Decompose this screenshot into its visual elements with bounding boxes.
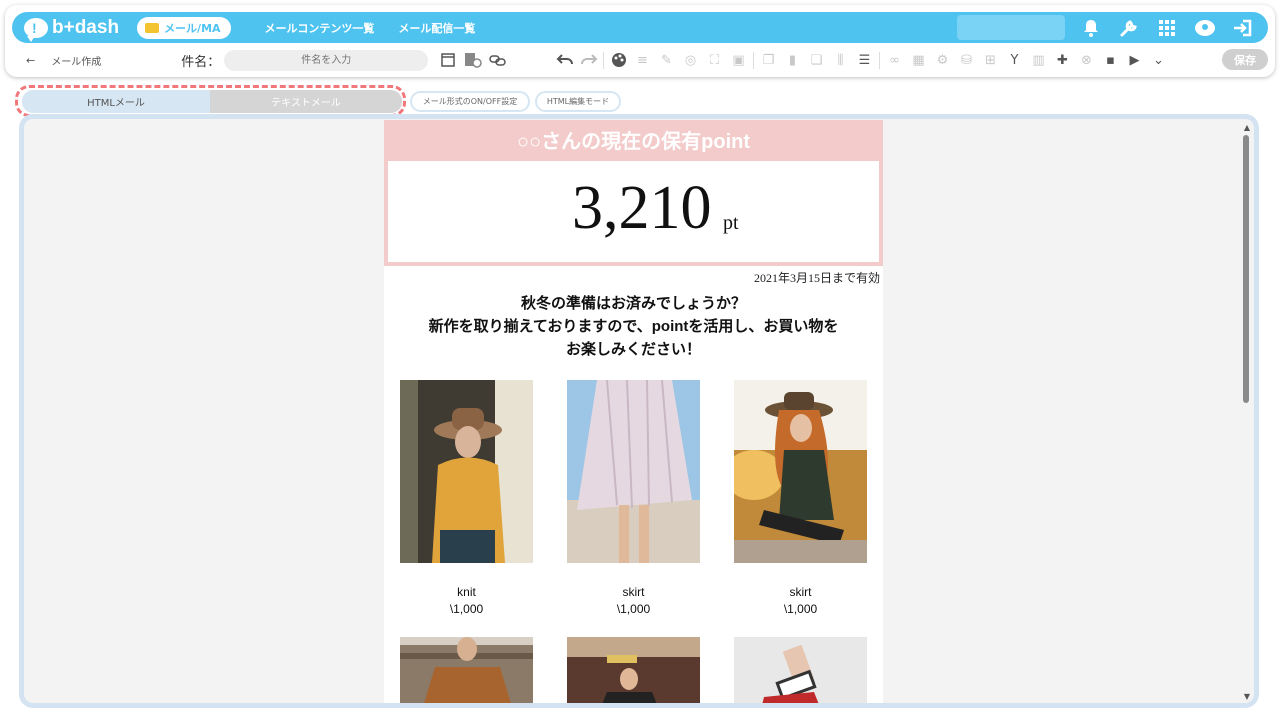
- product-price: \1,000: [616, 602, 651, 616]
- nav-mail-ma-label: メール/MA: [164, 21, 221, 35]
- expand-icon[interactable]: ⛶: [705, 51, 724, 70]
- product-price: \1,000: [783, 602, 818, 616]
- points-panel: 3,210 pt: [388, 161, 879, 262]
- product-image[interactable]: [400, 637, 533, 703]
- link-settings-icon[interactable]: [488, 51, 507, 70]
- email-preview: ○○さんの現在の保有point 3,210 pt 2021年3月15日まで有効 …: [384, 120, 883, 703]
- product-card[interactable]: skirt \1,000: [567, 380, 700, 616]
- product-name: knit: [457, 585, 476, 599]
- separator: [753, 51, 754, 69]
- back-button[interactable]: ←: [26, 54, 35, 67]
- rows-icon[interactable]: ☰: [855, 51, 874, 70]
- redo-icon[interactable]: [579, 51, 598, 70]
- bell-icon[interactable]: [1080, 17, 1102, 39]
- trash-icon[interactable]: ▮: [783, 51, 802, 70]
- editor-tools: ≡ ✎ ◎ ⛶ ▣ ❐ ▮ ❏ ⫼ ☰ ∞ ▦ ⚙ ⛁ ⊞ Y ▥ ✚ ⊗ ▪ …: [555, 48, 1168, 72]
- expiry-date: 2021年3月15日まで有効: [753, 271, 880, 285]
- play-icon[interactable]: ▶: [1125, 51, 1144, 70]
- scroll-up-arrow-icon[interactable]: ▲: [1244, 123, 1250, 132]
- breadcrumb: メール作成: [51, 56, 102, 68]
- image-icon[interactable]: ▣: [729, 51, 748, 70]
- separator: [603, 51, 604, 69]
- envelope-icon: [145, 22, 160, 33]
- columns-icon[interactable]: ⫼: [831, 51, 850, 70]
- product-card[interactable]: knit \1,000: [400, 380, 533, 616]
- user-icon[interactable]: [1194, 17, 1216, 39]
- scroll-thumb[interactable]: [1243, 135, 1249, 403]
- calendar-icon[interactable]: ▦: [909, 51, 928, 70]
- logout-icon[interactable]: [1232, 17, 1254, 39]
- editor-canvas: ○○さんの現在の保有point 3,210 pt 2021年3月15日まで有効 …: [19, 114, 1259, 708]
- app: ! b+dash メール/MA メールコンテンツ一覧 メール配信一覧 ← メール…: [0, 0, 1280, 720]
- nav-icons: [1080, 12, 1254, 43]
- chart-icon[interactable]: ▥: [1029, 51, 1048, 70]
- format-toggle-button[interactable]: メール形式のON/OFF設定: [410, 91, 530, 112]
- preview-icon[interactable]: [438, 51, 457, 70]
- grid-icon[interactable]: [1156, 17, 1178, 39]
- tab-html-mail[interactable]: HTMLメール: [22, 90, 210, 113]
- link-settings-2-icon[interactable]: ⊗: [1077, 51, 1096, 70]
- nav-mail-delivery[interactable]: メール配信一覧: [398, 20, 475, 36]
- add-block-icon[interactable]: ✚: [1053, 51, 1072, 70]
- message-line: お楽しみください！: [565, 341, 701, 358]
- pen-icon[interactable]: ✎: [657, 51, 676, 70]
- html-mode-button[interactable]: HTML編集モード: [535, 91, 621, 112]
- save-button[interactable]: 保存: [1222, 49, 1268, 70]
- navbar: ! b+dash メール/MA メールコンテンツ一覧 メール配信一覧: [12, 12, 1268, 43]
- target-icon[interactable]: ◎: [681, 51, 700, 70]
- logo-text: b+dash: [52, 16, 120, 38]
- points-unit: pt: [723, 212, 739, 234]
- wrench-icon[interactable]: [1118, 17, 1140, 39]
- product-image[interactable]: [734, 637, 867, 703]
- schedule-icon[interactable]: [463, 51, 482, 70]
- points-value: 3,210: [572, 174, 712, 242]
- logo-icon: !: [24, 17, 48, 42]
- points-title: ○○さんの現在の保有point: [516, 131, 751, 153]
- copy-block-icon[interactable]: ❐: [759, 51, 778, 70]
- points-box: ○○さんの現在の保有point 3,210 pt: [384, 120, 883, 266]
- subject-label: 件名：: [181, 53, 221, 69]
- logo[interactable]: ! b+dash: [24, 16, 120, 42]
- product-image: [400, 380, 533, 563]
- product-image[interactable]: [567, 637, 700, 703]
- database-icon[interactable]: ⛁: [957, 51, 976, 70]
- product-image: [567, 380, 700, 563]
- separator: [879, 51, 880, 69]
- account-info: [957, 15, 1065, 40]
- message: 秋冬の準備はお済みでしょうか？ 新作を取り揃えておりますので、pointを活用し…: [384, 292, 883, 361]
- product-price: \1,000: [449, 602, 484, 616]
- nav-mail-ma[interactable]: メール/MA: [137, 16, 231, 39]
- profile-icon[interactable]: ▪: [1101, 51, 1120, 70]
- text-align-icon[interactable]: ≡: [633, 51, 652, 70]
- link-icon[interactable]: ∞: [885, 51, 904, 70]
- chevron-down-icon[interactable]: ⌄: [1149, 51, 1168, 70]
- subject-input[interactable]: [224, 49, 429, 71]
- product-card[interactable]: skirt \1,000: [734, 380, 867, 616]
- message-line: 秋冬の準備はお済みでしょうか？: [520, 295, 746, 312]
- undo-icon[interactable]: [555, 51, 574, 70]
- palette-icon[interactable]: [609, 51, 628, 70]
- nav-mail-contents[interactable]: メールコンテンツ一覧: [265, 20, 375, 36]
- product-name: skirt: [789, 585, 812, 599]
- scroll-down-arrow-icon[interactable]: ▼: [1244, 692, 1250, 701]
- product-image: [734, 380, 867, 563]
- add-note-icon[interactable]: ⊞: [981, 51, 1000, 70]
- duplicate-icon[interactable]: ❏: [807, 51, 826, 70]
- message-line: 新作を取り揃えておりますので、pointを活用し、お買い物を: [428, 318, 839, 335]
- scrollbar[interactable]: ▲ ▼: [1238, 119, 1254, 703]
- subject-tools: [438, 51, 507, 70]
- branch-icon[interactable]: Y: [1005, 51, 1024, 70]
- gears-icon[interactable]: ⚙: [933, 51, 952, 70]
- tab-text-mail[interactable]: テキストメール: [210, 90, 402, 113]
- product-name: skirt: [622, 585, 645, 599]
